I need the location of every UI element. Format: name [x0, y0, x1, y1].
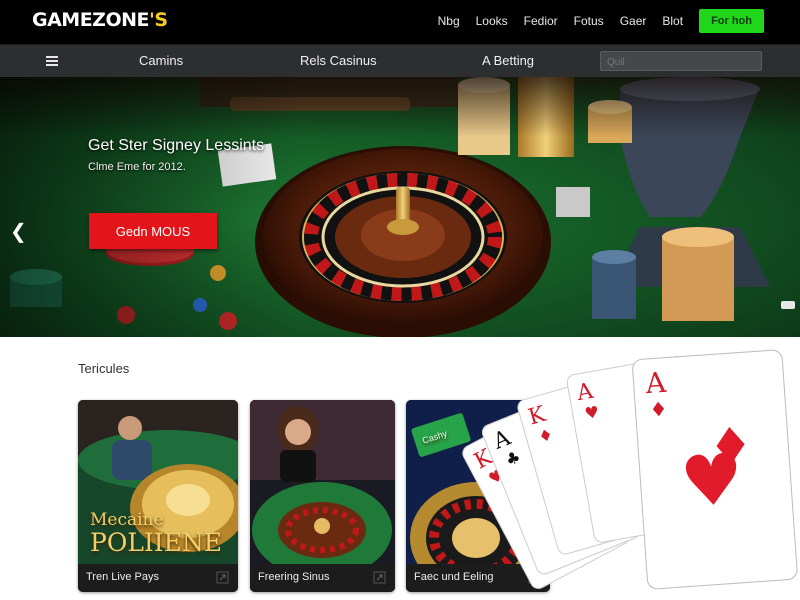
card-1-art-text-top: Mecaine	[90, 510, 164, 530]
svg-text:♦: ♦	[649, 397, 669, 422]
category-nav-item-3[interactable]: A Betting	[482, 53, 534, 68]
hero-banner: Get Ster Signey Lessints Clme Eme for 20…	[0, 77, 800, 337]
card-rank-5: A	[644, 366, 668, 400]
top-nav-link-2[interactable]: Looks	[476, 14, 508, 28]
hamburger-icon[interactable]	[46, 56, 58, 66]
chevron-left-icon[interactable]: ❮	[10, 219, 27, 244]
hero-subtitle: Clme Eme for 2012.	[88, 161, 186, 173]
hero-title: Get Ster Signey Lessints	[88, 137, 265, 154]
top-nav: Nbg Looks Fedior Fotus Gaer Blot For hoh	[438, 9, 764, 33]
logo-main-text: GAMEZONE	[32, 9, 150, 31]
join-button[interactable]: For hoh	[699, 9, 764, 33]
game-card-2[interactable]: Freering Sinus	[250, 400, 395, 592]
top-nav-link-4[interactable]: Fotus	[574, 14, 604, 28]
search-input[interactable]	[601, 53, 761, 72]
top-nav-link-6[interactable]: Blot	[662, 14, 683, 28]
search-box	[600, 51, 762, 72]
card-2-label: Freering Sinus	[258, 571, 330, 583]
category-nav-item-2[interactable]: Rels Casinus	[300, 53, 377, 68]
card-2-footer: Freering Sinus	[250, 564, 395, 592]
top-nav-link-1[interactable]: Nbg	[438, 14, 460, 28]
card-1-label: Tren Live Pays	[86, 571, 159, 583]
top-nav-link-5[interactable]: Gaer	[620, 14, 647, 28]
card-1-art-text-bottom: POLIIENE	[90, 528, 223, 557]
svg-text:♦: ♦	[706, 416, 755, 477]
card-1-footer: Tren Live Pays	[78, 564, 238, 592]
section-title: Tericules	[78, 361, 130, 376]
game-card-1[interactable]: Mecaine POLIIENE Tren Live Pays	[78, 400, 238, 592]
top-header: GAMEZONE'S Nbg Looks Fedior Fotus Gaer B…	[0, 0, 800, 44]
hero-shade-left	[0, 77, 300, 337]
category-nav-item-1[interactable]: Camins	[139, 53, 183, 68]
logo-accent-text: 'S	[149, 9, 168, 31]
top-nav-link-3[interactable]: Fedior	[524, 14, 558, 28]
hero-cta-button[interactable]: Gedn MOUS	[89, 213, 217, 249]
slide-indicator[interactable]	[781, 301, 795, 309]
expand-icon[interactable]	[216, 571, 229, 584]
site-logo[interactable]: GAMEZONE'S	[32, 9, 168, 31]
expand-icon[interactable]	[373, 571, 386, 584]
category-nav: Camins Rels Casinus A Betting	[0, 44, 800, 77]
playing-cards-fan-image: K ♥ A ♣ K ♦ A ♥ A ♦ ♥ ♦	[462, 349, 798, 590]
